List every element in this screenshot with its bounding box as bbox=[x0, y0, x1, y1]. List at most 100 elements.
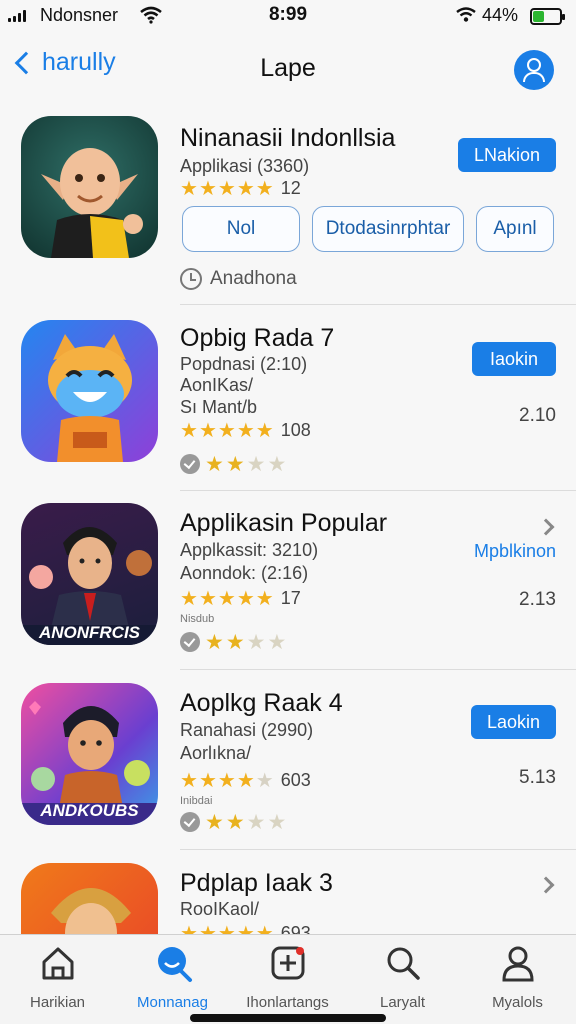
app-name: Aoplkg Raak 4 bbox=[180, 689, 343, 717]
signal-icon bbox=[8, 10, 26, 22]
app-subtitle: Sı Mant/b bbox=[180, 397, 258, 417]
chevron-right-icon[interactable] bbox=[537, 876, 555, 894]
app-subtitle: AonIKas/ bbox=[180, 375, 254, 395]
app-action-button[interactable]: LNakion bbox=[457, 138, 556, 172]
footer-text: Anadhona bbox=[210, 268, 297, 289]
star-icon: ★ bbox=[236, 588, 255, 610]
star-icon: ★ bbox=[217, 770, 236, 792]
star-icon: ★ bbox=[205, 631, 224, 654]
rating-count: 108 bbox=[280, 420, 311, 440]
list-item[interactable]: Opbig Rada 7 Popdnasi (2:10) AonIKas/ Sı… bbox=[0, 310, 576, 491]
divider bbox=[180, 669, 576, 670]
app-version: 5.13 bbox=[519, 767, 556, 788]
back-button[interactable]: harully bbox=[10, 48, 116, 77]
star-icon: ★ bbox=[225, 453, 245, 476]
warrior-character-icon bbox=[51, 888, 131, 935]
list-item[interactable]: ANDKOUBS Aoplkg Raak 4 Ranahasi (2990) A… bbox=[0, 675, 576, 850]
chevron-left-icon bbox=[14, 51, 38, 74]
app-icon[interactable] bbox=[21, 116, 158, 258]
star-icon: ★ bbox=[236, 770, 255, 792]
star-icon: ★ bbox=[255, 420, 274, 442]
app-subtitle: Applikasi (3360) bbox=[180, 156, 310, 176]
app-action-link[interactable]: Mpblkinon bbox=[474, 541, 556, 562]
star-icon: ★ bbox=[236, 923, 255, 935]
app-icon[interactable] bbox=[21, 320, 158, 462]
star-icon: ★ bbox=[198, 923, 217, 935]
app-name: Opbig Rada 7 bbox=[180, 324, 335, 352]
star-icon: ★ bbox=[255, 923, 274, 935]
rating-count: 603 bbox=[280, 770, 311, 790]
star-icon: ★ bbox=[255, 588, 274, 610]
star-icon: ★ bbox=[267, 453, 287, 476]
star-icon: ★ bbox=[246, 453, 266, 476]
star-icon: ★ bbox=[255, 178, 274, 200]
tab-label: Monnanag bbox=[137, 994, 208, 1011]
tab-bar: Harikian Monnanag Ihonlartangs Laryalt M… bbox=[0, 934, 576, 1024]
filter-chip[interactable]: Nol bbox=[182, 206, 300, 252]
add-square-icon bbox=[271, 946, 304, 980]
list-item[interactable]: Ninanasii Indonllsia Applikasi (3360) ★ ★… bbox=[0, 110, 576, 305]
small-note: Inibdai bbox=[180, 795, 213, 807]
star-icon: ★ bbox=[198, 178, 217, 200]
app-version: 2.10 bbox=[519, 405, 556, 426]
app-action-button[interactable]: Laokin bbox=[470, 705, 556, 739]
carrier-name: Ndonsner bbox=[40, 5, 119, 25]
app-footer: Anadhona bbox=[180, 268, 297, 290]
star-icon: ★ bbox=[225, 631, 245, 654]
list-item[interactable]: Pdplap Iaak 3 RooIKaol/ ★ ★ ★ ★ ★ 693 bbox=[0, 855, 576, 935]
star-icon: ★ bbox=[267, 631, 287, 654]
star-rating: ★ ★ ★ ★ ★ 108 bbox=[180, 418, 311, 443]
wifi-icon bbox=[140, 6, 162, 24]
star-icon: ★ bbox=[205, 811, 224, 834]
home-icon bbox=[42, 947, 73, 980]
icon-caption: ANONFRCIS bbox=[38, 623, 141, 642]
tab-messages[interactable]: Monnanag bbox=[115, 943, 230, 1011]
list-item[interactable]: ANONFRCIS Applikasin Popular Applkassit:… bbox=[0, 495, 576, 670]
app-action-button[interactable]: Iaokin bbox=[472, 342, 556, 376]
star-icon: ★ bbox=[217, 178, 236, 200]
star-icon: ★ bbox=[236, 420, 255, 442]
tab-search[interactable]: Laryalt bbox=[345, 943, 460, 1011]
mini-rating: ★ ★ ★ ★ bbox=[205, 630, 286, 655]
clock-icon bbox=[180, 268, 202, 290]
chevron-right-icon[interactable] bbox=[537, 518, 555, 536]
star-icon: ★ bbox=[180, 923, 198, 935]
app-name: Pdplap Iaak 3 bbox=[180, 869, 333, 897]
filter-chip[interactable]: Apınl bbox=[476, 206, 554, 252]
app-subtitle: Applkassit: 3210) bbox=[180, 540, 319, 560]
status-bar: Ndonsner 8:99 44% bbox=[0, 0, 576, 34]
location-icon bbox=[456, 7, 476, 22]
back-label: harully bbox=[42, 48, 116, 76]
star-icon: ★ bbox=[180, 178, 198, 200]
star-icon: ★ bbox=[217, 923, 236, 935]
star-icon: ★ bbox=[205, 453, 224, 476]
app-icon[interactable] bbox=[21, 863, 158, 935]
tab-home[interactable]: Harikian bbox=[0, 943, 115, 1011]
tab-label: Laryalt bbox=[379, 994, 426, 1011]
app-icon[interactable]: ANDKOUBS bbox=[21, 683, 158, 825]
tab-profile[interactable]: Myalols bbox=[460, 943, 575, 1011]
star-icon: ★ bbox=[217, 420, 236, 442]
star-rating: ★ ★ ★ ★ ★ 603 bbox=[180, 768, 311, 793]
divider bbox=[180, 490, 576, 491]
app-icon[interactable]: ANONFRCIS bbox=[21, 503, 158, 645]
star-icon: ★ bbox=[180, 420, 198, 442]
tab-label: Harikian bbox=[29, 994, 86, 1011]
star-icon: ★ bbox=[225, 811, 245, 834]
star-icon: ★ bbox=[236, 178, 255, 200]
app-subtitle: Aonndok: (2:16) bbox=[180, 563, 309, 583]
person-icon bbox=[527, 58, 541, 72]
tab-label: Myalols bbox=[492, 994, 543, 1011]
navigation-bar: harully Lape bbox=[0, 40, 576, 100]
verified-icon bbox=[180, 812, 200, 832]
filter-chip[interactable]: Dtodasinrphtar bbox=[312, 206, 464, 252]
tab-add[interactable]: Ihonlartangs bbox=[230, 943, 345, 1011]
star-icon: ★ bbox=[267, 811, 287, 834]
profile-button[interactable] bbox=[514, 50, 554, 90]
verified-icon bbox=[180, 632, 200, 652]
app-version: 2.13 bbox=[519, 589, 556, 610]
home-indicator bbox=[190, 1014, 386, 1022]
divider bbox=[180, 849, 576, 850]
small-note: Nisdub bbox=[180, 613, 215, 625]
search-icon bbox=[387, 947, 420, 980]
